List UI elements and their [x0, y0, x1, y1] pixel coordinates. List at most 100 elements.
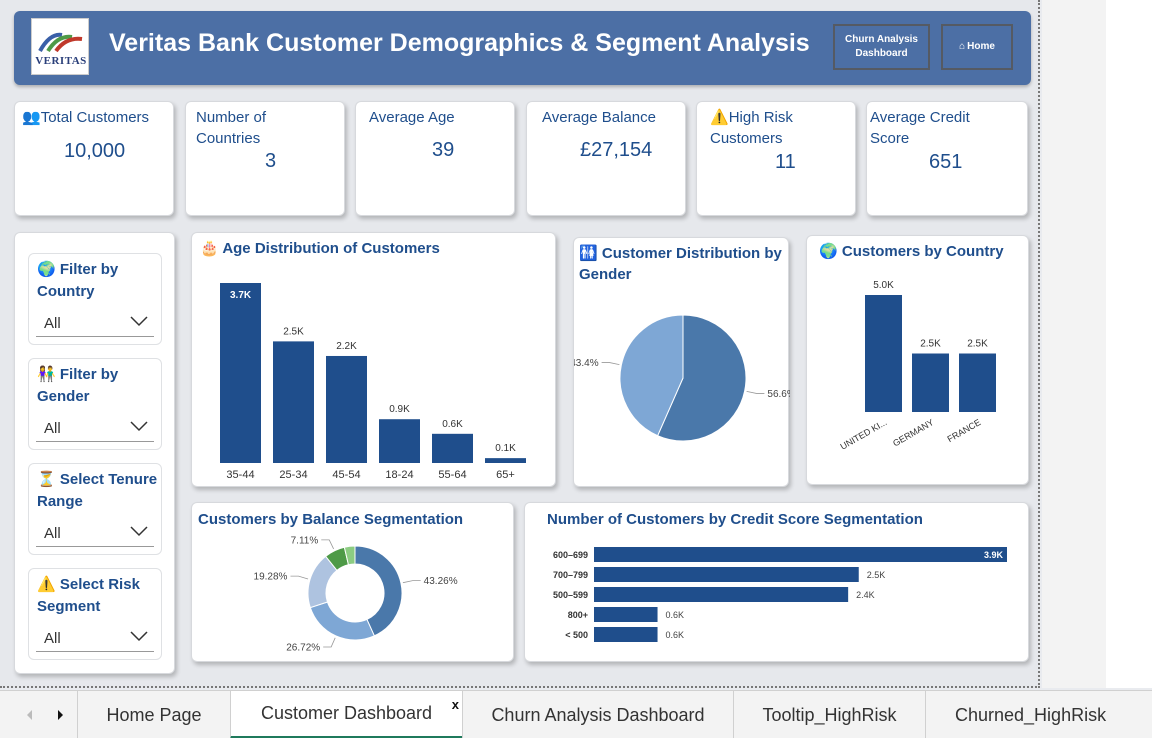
kpi-card-average-age: Average Age 39: [355, 101, 515, 216]
tab-label: Customer Dashboard: [260, 703, 433, 723]
leader-line: [746, 390, 765, 394]
close-tab-icon[interactable]: x: [452, 697, 459, 712]
bar: [594, 567, 859, 582]
tab-churned-highrisk[interactable]: Churned_HighRisk: [925, 691, 1152, 738]
bar: [379, 419, 420, 463]
bar: [594, 587, 849, 602]
logo-text: VERITAS: [35, 55, 87, 67]
tick-label: UNITED KI...: [838, 417, 888, 452]
tab-label: Churned_HighRisk: [955, 704, 1107, 725]
balance-chart-card: Customers by Balance Segmentation 43.26%…: [191, 502, 514, 662]
canvas-margin: [1042, 0, 1106, 688]
tick-label: 25-34: [279, 469, 307, 481]
kpi-card-average-balance: Average Balance £27,154: [526, 101, 686, 216]
chevron-down-icon: [130, 316, 148, 327]
slicer-title: Select Tenure Range: [37, 471, 158, 510]
slicer-panel: 🌍 Filter by Country All 👫 Filter by Gend…: [14, 232, 175, 674]
data-label: 2.2K: [336, 341, 357, 352]
tick-label: 18-24: [385, 469, 413, 481]
country-slicer[interactable]: 🌍 Filter by Country All: [28, 253, 162, 345]
data-label: 5.0K: [873, 280, 894, 291]
bar: [959, 353, 996, 412]
data-label: 26.72%: [286, 642, 320, 653]
tick-label: < 500: [565, 630, 588, 640]
tick-label: 800+: [568, 610, 588, 620]
data-label: 3.9K: [984, 550, 1004, 560]
balance-donut-chart: 43.26% 26.72% 19.28% 7.11%: [254, 535, 458, 653]
tab-customer-dashboard[interactable]: Customer Dashboard x: [230, 691, 462, 738]
canvas-margin-right: [1106, 0, 1152, 688]
tick-label: 65+: [496, 469, 515, 481]
home-button[interactable]: ⌂ Home: [941, 24, 1013, 70]
people-icon: 👥: [22, 109, 41, 126]
chevron-down-icon: [130, 421, 148, 432]
home-button-label: Home: [967, 41, 995, 52]
gender-dropdown[interactable]: All: [36, 414, 154, 442]
data-label: 2.5K: [283, 326, 304, 337]
kpi-label: Average Age: [369, 109, 455, 126]
data-label: 19.28%: [254, 572, 288, 583]
data-label: 56.6%: [767, 389, 790, 400]
credit-chart-card: Number of Customers by Credit Score Segm…: [524, 502, 1029, 662]
bar: [594, 607, 658, 622]
slice: [309, 601, 375, 641]
data-label: 3.7K: [230, 290, 252, 301]
bar: [326, 355, 367, 463]
kpi-value: £27,154: [580, 139, 653, 161]
data-label: 2.4K: [856, 590, 875, 600]
leader-line: [323, 637, 336, 648]
kpi-card-countries: Number of Countries 3: [185, 101, 345, 216]
data-label: 2.5K: [920, 339, 941, 350]
kpi-value: 39: [432, 139, 455, 161]
bar: [594, 547, 1007, 562]
gender-chart-card: 🚻 Customer Distribution by Gender 56.6%4…: [573, 237, 790, 487]
tick-label: 45-54: [332, 469, 360, 481]
tab-label: Home Page: [106, 704, 202, 725]
bar: [273, 341, 314, 463]
bar: [594, 627, 658, 642]
data-label: 43.4%: [574, 358, 599, 369]
country-dropdown[interactable]: All: [36, 309, 154, 337]
tab-label: Churn Analysis Dashboard: [491, 704, 705, 725]
risk-slicer[interactable]: ⚠️ Select Risk Segment All: [28, 568, 162, 660]
data-label: 0.6K: [666, 610, 685, 620]
bar: [485, 458, 526, 463]
kpi-label: Number of Countries: [196, 109, 267, 147]
risk-dropdown[interactable]: All: [36, 624, 154, 652]
tenure-slicer[interactable]: ⏳ Select Tenure Range All: [28, 463, 162, 555]
gender-slicer[interactable]: 👫 Filter by Gender All: [28, 358, 162, 450]
tick-label: 55-64: [438, 469, 466, 481]
globe-icon: 🌍: [37, 261, 56, 278]
kpi-card-total-customers: 👥Total Customers 10,000: [14, 101, 174, 216]
kpi-value: 3: [265, 150, 277, 172]
leader-line: [402, 580, 421, 584]
data-label: 0.6K: [666, 630, 685, 640]
tab-tooltip-highrisk[interactable]: Tooltip_HighRisk: [733, 691, 925, 738]
family-icon: 👫: [37, 366, 56, 383]
next-tab-icon[interactable]: [58, 710, 63, 720]
data-label: 0.9K: [389, 404, 410, 415]
data-label: 0.1K: [495, 443, 516, 454]
tick-label: 35-44: [226, 469, 254, 481]
slicer-value: All: [44, 630, 61, 647]
churn-dashboard-button[interactable]: Churn Analysis Dashboard: [833, 24, 930, 70]
tenure-dropdown[interactable]: All: [36, 519, 154, 547]
kpi-label: Total Customers: [40, 109, 150, 126]
kpi-value: 11: [775, 151, 796, 173]
logo-swoosh-icon: [38, 32, 83, 53]
tick-label: FRANCE: [945, 417, 982, 444]
tab-navigation: [0, 691, 77, 738]
prev-tab-icon[interactable]: [27, 710, 32, 720]
tick-label: GERMANY: [891, 417, 935, 448]
tab-churn-analysis[interactable]: Churn Analysis Dashboard: [462, 691, 733, 738]
bar: [865, 295, 902, 412]
report-header: VERITAS Veritas Bank Customer Demographi…: [14, 11, 1031, 85]
bar: [220, 283, 261, 463]
slicer-value: All: [44, 315, 61, 332]
leader-line: [601, 362, 620, 366]
tab-home-page[interactable]: Home Page: [77, 691, 230, 738]
age-bar-chart: 3.7K 35-44 2.5K 25-34 2.2K 45-54 0.9K 18-24 0.6K…: [220, 283, 526, 481]
veritas-logo: VERITAS: [31, 18, 89, 75]
data-label: 2.5K: [867, 570, 886, 580]
page-title: Veritas Bank Customer Demographics & Seg…: [109, 29, 810, 57]
